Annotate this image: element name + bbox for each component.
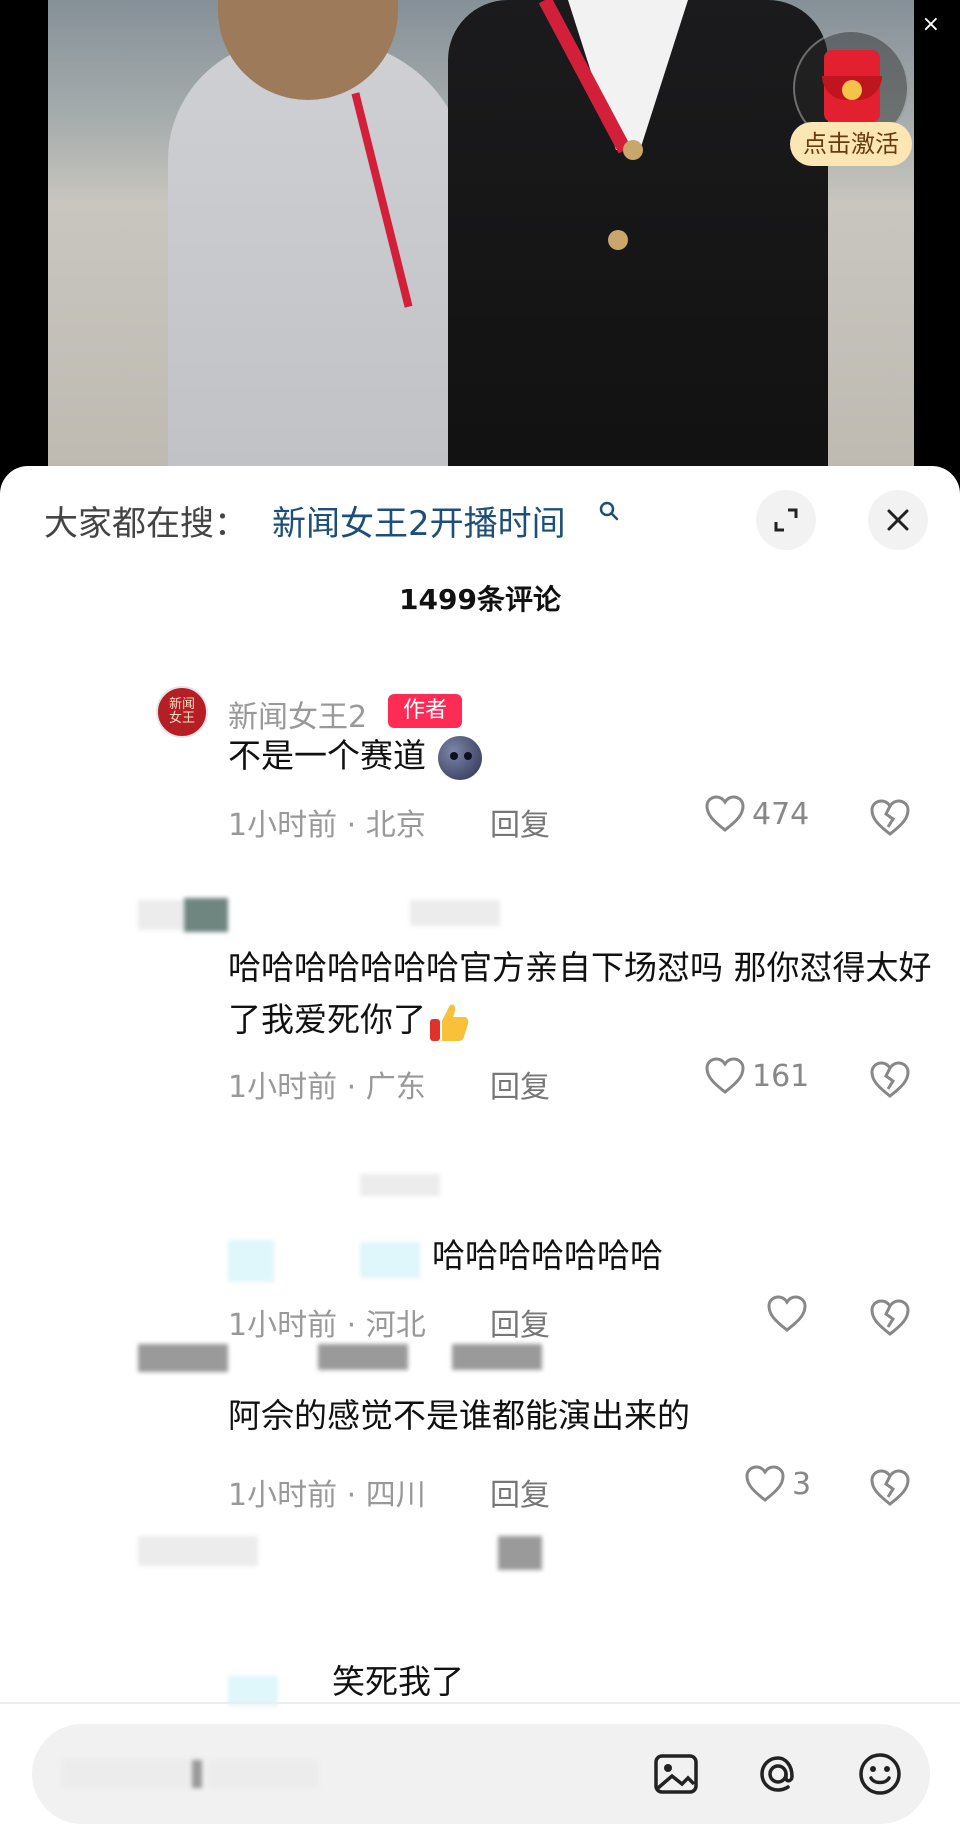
- redacted-username: [498, 1536, 542, 1570]
- redacted-text: [360, 1174, 440, 1196]
- redacted-username: [452, 1344, 542, 1370]
- input-divider: [0, 1702, 960, 1704]
- comment-meta: 1小时前 · 四川: [228, 1478, 426, 1513]
- like-count: 474: [752, 796, 810, 832]
- close-sheet-button[interactable]: [868, 490, 928, 550]
- comment-input[interactable]: [62, 1754, 382, 1794]
- video-person-left: [168, 40, 468, 500]
- redacted-placeholder: [208, 1760, 318, 1788]
- coat-button: [608, 230, 628, 250]
- comment-text: 不是一个赛道: [228, 730, 938, 782]
- comment-sheet: 大家都在搜： 新闻女王2开播时间 1499条评论 新闻 女王 新闻女王2 作者 不…: [0, 466, 960, 1844]
- activate-button[interactable]: 点击激活: [790, 122, 912, 166]
- moon-emoji-icon: [438, 735, 482, 780]
- comment-text-content: 哈哈哈哈哈哈哈官方亲自下场怼吗 那你怼得太好了我爱死你了: [228, 948, 932, 1039]
- redpacket-icon: [822, 50, 882, 122]
- comment-item: 阿佘的感觉不是谁都能演出来的 1小时前 · 四川 回复 3: [0, 1336, 960, 1546]
- expand-button[interactable]: [756, 490, 816, 550]
- emoji-icon[interactable]: [854, 1748, 906, 1800]
- redacted-avatar: [138, 1344, 228, 1372]
- expand-icon: [774, 508, 798, 532]
- redacted-username: [318, 1344, 408, 1370]
- search-icon: [599, 501, 619, 521]
- search-prefix: 大家都在搜：: [44, 504, 248, 544]
- redacted-username: [410, 900, 500, 926]
- reply-button[interactable]: 回复: [490, 800, 550, 844]
- redacted-avatar: [138, 900, 184, 930]
- redacted-username: [360, 1242, 420, 1278]
- search-suggestion-link[interactable]: 新闻女王2开播时间: [272, 496, 566, 545]
- redacted-avatar: [228, 1240, 274, 1282]
- heart-icon: [705, 795, 745, 832]
- author-badge: 作者: [388, 694, 462, 728]
- comment-item: 哈哈哈哈哈哈哈 1小时前 · 河北 回复: [0, 1166, 960, 1346]
- redpacket-coin-icon: [842, 80, 862, 100]
- comment-item: 笑死我了: [0, 1526, 960, 1706]
- redpacket-widget[interactable]: 点击激活: [790, 30, 912, 170]
- dislike-icon[interactable]: [868, 1058, 912, 1102]
- comment-meta: 1小时前 · 北京: [228, 808, 426, 843]
- comment-item: 哈哈哈哈哈哈哈官方亲自下场怼吗 那你怼得太好了我爱死你了 1小时前 · 广东 回…: [0, 886, 960, 1126]
- redacted-placeholder: [62, 1760, 202, 1788]
- coat-button: [623, 140, 643, 160]
- avatar[interactable]: 新闻 女王: [156, 686, 208, 738]
- redacted-placeholder: [192, 1760, 202, 1788]
- comment-text: 笑死我了: [332, 1662, 464, 1701]
- redacted-avatar: [184, 898, 228, 932]
- like-button[interactable]: 474: [704, 794, 809, 834]
- dislike-icon[interactable]: [868, 1296, 912, 1340]
- comment-text-content: 不是一个赛道: [228, 736, 426, 775]
- like-button[interactable]: [766, 1294, 814, 1334]
- heart-icon: [705, 1057, 745, 1094]
- video-frame: [48, 0, 914, 500]
- at-icon[interactable]: [752, 1748, 804, 1800]
- dislike-icon[interactable]: [868, 796, 912, 840]
- thumbs-up-emoji-icon: [430, 1003, 469, 1041]
- comment-input-bar[interactable]: [32, 1724, 930, 1824]
- video-close-icon[interactable]: ×: [922, 14, 940, 36]
- comment-count: 1499条评论: [399, 583, 561, 616]
- comment-text: 哈哈哈哈哈哈哈: [432, 1236, 663, 1275]
- redacted-avatar: [138, 1536, 258, 1566]
- comment-item: 新闻 女王 新闻女王2 作者 不是一个赛道 1小时前 · 北京 回复 474: [0, 676, 960, 846]
- image-icon[interactable]: [650, 1748, 702, 1800]
- dislike-icon[interactable]: [868, 1466, 912, 1510]
- comment-meta: 1小时前 · 广东: [228, 1070, 426, 1105]
- like-button[interactable]: 3: [744, 1464, 811, 1504]
- like-button[interactable]: 161: [704, 1056, 809, 1096]
- reply-button[interactable]: 回复: [490, 1470, 550, 1514]
- heart-icon: [767, 1295, 807, 1332]
- reply-button[interactable]: 回复: [490, 1062, 550, 1106]
- like-count: 3: [792, 1466, 812, 1502]
- close-icon: [887, 509, 909, 531]
- search-suggestion-row: 大家都在搜： 新闻女王2开播时间: [0, 466, 960, 576]
- comment-text: 阿佘的感觉不是谁都能演出来的: [228, 1396, 690, 1435]
- like-count: 161: [752, 1058, 810, 1094]
- heart-icon: [745, 1465, 785, 1502]
- comment-text: 哈哈哈哈哈哈哈官方亲自下场怼吗 那你怼得太好了我爱死你了: [228, 942, 938, 1046]
- video-player[interactable]: × 点击激活: [0, 0, 960, 500]
